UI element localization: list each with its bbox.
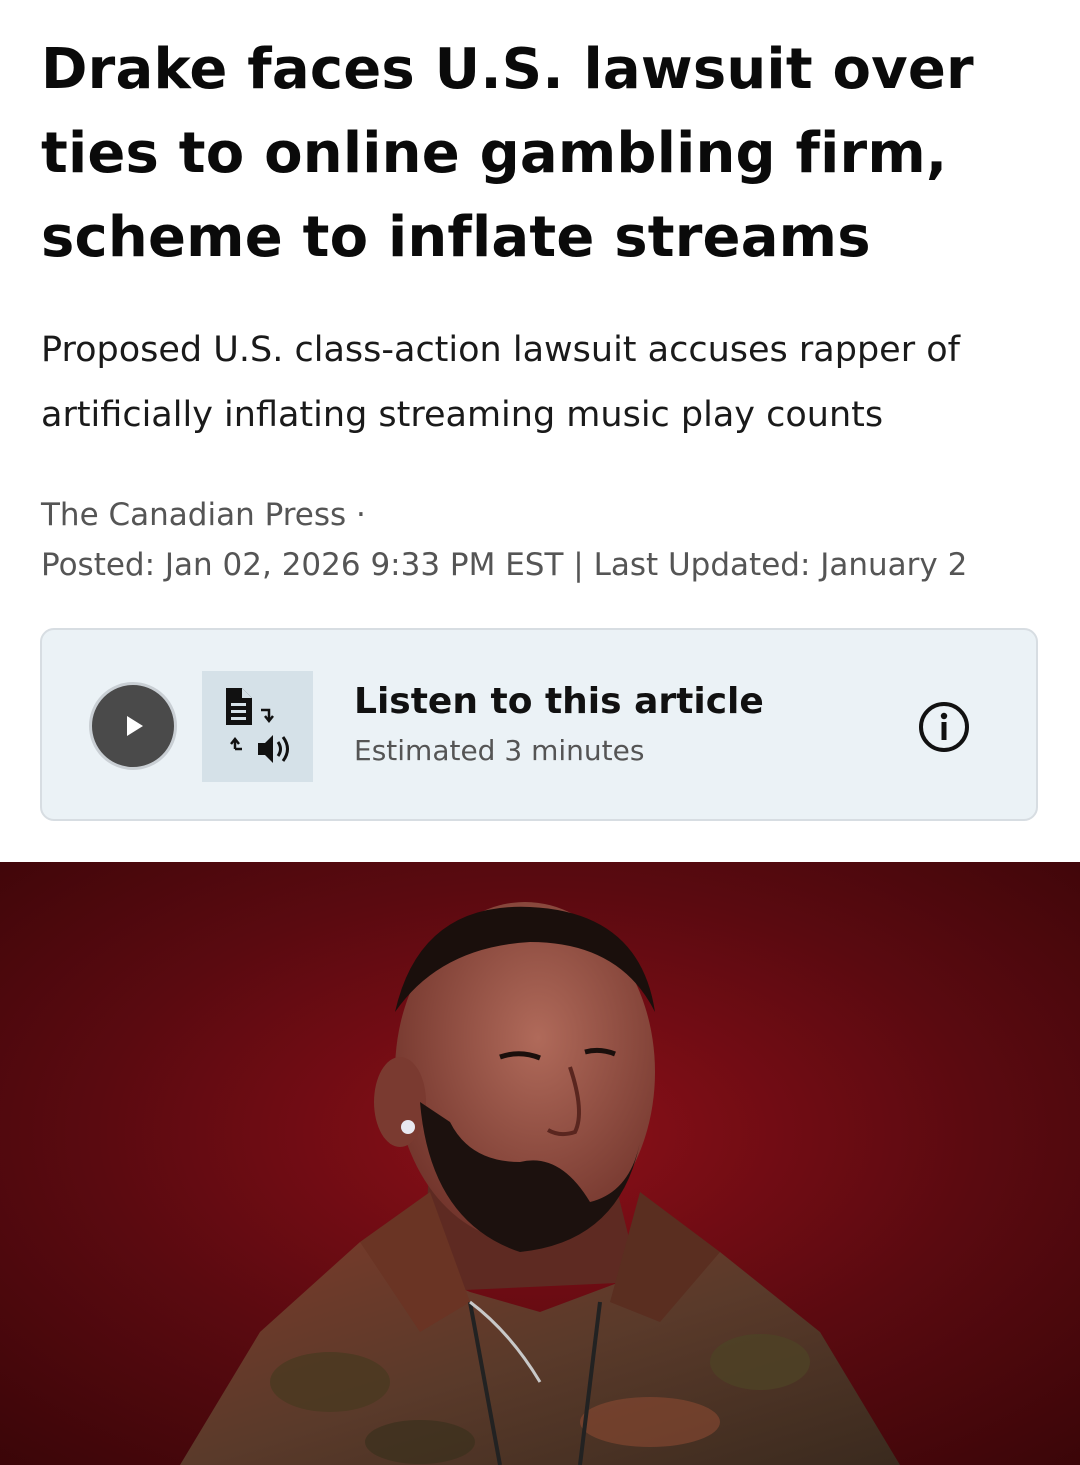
listen-estimate: Estimated 3 minutes: [354, 734, 645, 767]
hero-photo: [0, 862, 1080, 1465]
article-headline: Drake faces U.S. lawsuit over ties to on…: [41, 37, 974, 270]
info-icon: [919, 702, 969, 752]
byline-source: The Canadian Press ·: [41, 497, 366, 533]
byline: The Canadian Press · Posted: Jan 02, 202…: [41, 490, 1041, 590]
info-button[interactable]: [917, 700, 971, 754]
listen-title: Listen to this article: [354, 681, 764, 722]
text-to-speech-icon: [202, 671, 313, 782]
play-button[interactable]: [89, 682, 177, 770]
article-dek: Proposed U.S. class-action lawsuit accus…: [41, 330, 960, 435]
listen-to-article-card[interactable]: Listen to this article Estimated 3 minut…: [40, 628, 1038, 821]
byline-timestamp: Posted: Jan 02, 2026 9:33 PM EST | Last …: [41, 547, 968, 583]
play-icon: [127, 716, 143, 736]
